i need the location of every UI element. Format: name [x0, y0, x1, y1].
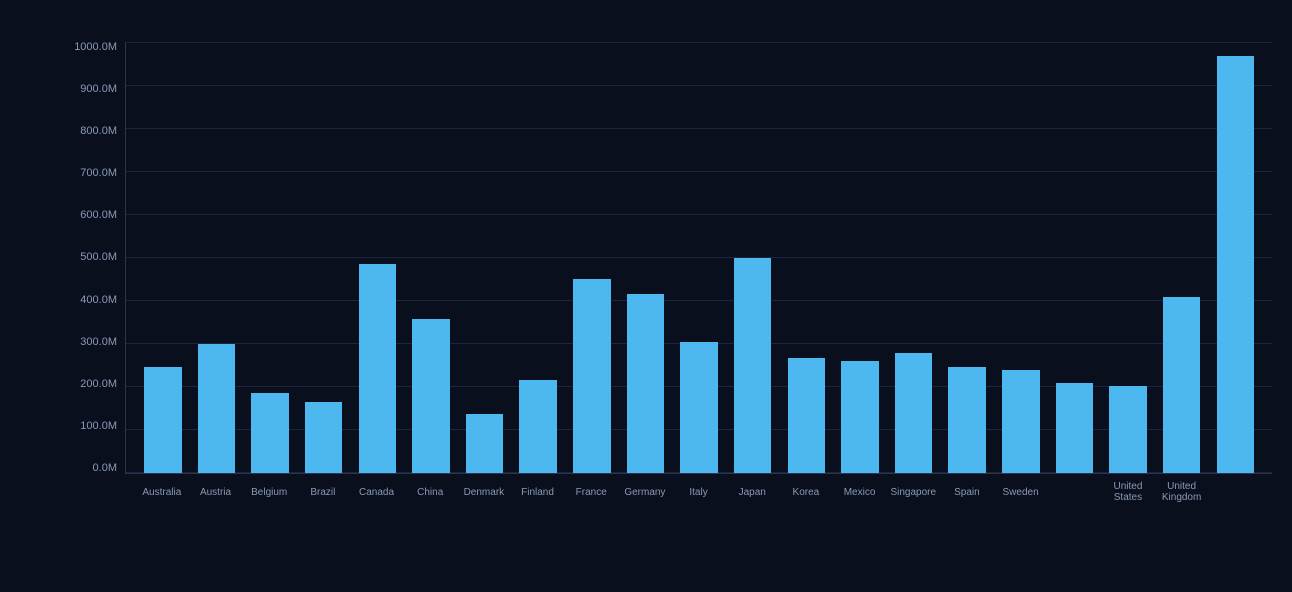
- bar-group: [1048, 42, 1102, 473]
- chart-area: 0.0M 100.0M 200.0M 300.0M 400.0M 500.0M 600.0M…: [70, 42, 1272, 504]
- bar: [359, 264, 397, 473]
- bar-group: [780, 42, 834, 473]
- bar-group: [297, 42, 351, 473]
- bar-group: [190, 42, 244, 473]
- bar: [680, 342, 718, 473]
- bar-group: [1155, 42, 1209, 473]
- y-axis-label: 400.0M: [70, 295, 125, 306]
- x-axis-label: [1047, 474, 1101, 504]
- x-axis-label: Belgium: [242, 474, 296, 504]
- bar: [948, 367, 986, 473]
- bar-group: [458, 42, 512, 473]
- x-axis-label: [1208, 474, 1262, 504]
- y-axis-label: 300.0M: [70, 337, 125, 348]
- bar-group: [887, 42, 941, 473]
- bar: [519, 380, 557, 473]
- x-axis-label: Brazil: [296, 474, 350, 504]
- bar-group: [404, 42, 458, 473]
- x-axis-label: United States: [1101, 474, 1155, 504]
- x-axis-label: Sweden: [994, 474, 1048, 504]
- chart-container: 0.0M 100.0M 200.0M 300.0M 400.0M 500.0M 600.0M…: [0, 0, 1292, 592]
- bar: [1109, 386, 1147, 473]
- bar-group: [511, 42, 565, 473]
- bar: [1217, 56, 1255, 473]
- x-axis-label: China: [403, 474, 457, 504]
- bar-group: [619, 42, 673, 473]
- bar: [198, 344, 236, 473]
- bar-group: [672, 42, 726, 473]
- x-axis-label: Singapore: [886, 474, 940, 504]
- bar: [841, 361, 879, 473]
- plot-area: [125, 42, 1272, 474]
- x-axis-label: Mexico: [833, 474, 887, 504]
- x-axis-label: Italy: [672, 474, 726, 504]
- x-axis-label: United Kingdom: [1155, 474, 1209, 504]
- bar-group: [243, 42, 297, 473]
- x-axis-label: Japan: [725, 474, 779, 504]
- bar-group: [1209, 42, 1263, 473]
- bar-group: [565, 42, 619, 473]
- bar-group: [726, 42, 780, 473]
- x-axis-label: Austria: [189, 474, 243, 504]
- bar-group: [940, 42, 994, 473]
- y-axis-label: 0.0M: [70, 463, 125, 474]
- bar: [305, 402, 343, 473]
- y-axis-label: 900.0M: [70, 84, 125, 95]
- bar: [1002, 370, 1040, 473]
- bar: [573, 279, 611, 473]
- bar: [734, 258, 772, 473]
- x-axis-label: Denmark: [457, 474, 511, 504]
- bar: [412, 319, 450, 473]
- bar-group: [1101, 42, 1155, 473]
- bar: [627, 294, 665, 473]
- y-axis-label: 500.0M: [70, 252, 125, 263]
- bar: [466, 414, 504, 473]
- x-axis-label: Germany: [618, 474, 672, 504]
- x-axis-label: France: [564, 474, 618, 504]
- bar: [1163, 297, 1201, 473]
- bar: [144, 367, 182, 473]
- bar: [1056, 383, 1094, 474]
- y-axis-label: 200.0M: [70, 379, 125, 390]
- x-axis-label: Australia: [135, 474, 189, 504]
- x-labels: AustraliaAustriaBelgiumBrazilCanadaChina…: [125, 474, 1272, 504]
- y-axis-label: 600.0M: [70, 210, 125, 221]
- y-axis-label: 1000.0M: [70, 42, 125, 53]
- bars-wrapper: [126, 42, 1272, 473]
- x-axis-label: Canada: [350, 474, 404, 504]
- y-axis-label: 800.0M: [70, 126, 125, 137]
- bar: [251, 393, 289, 473]
- bar-group: [351, 42, 405, 473]
- y-axis-label: 100.0M: [70, 421, 125, 432]
- bar: [895, 353, 933, 473]
- bar: [788, 358, 826, 474]
- bar-group: [994, 42, 1048, 473]
- x-axis-label: Spain: [940, 474, 994, 504]
- x-axis-label: Finland: [511, 474, 565, 504]
- bar-group: [833, 42, 887, 473]
- y-axis: 0.0M 100.0M 200.0M 300.0M 400.0M 500.0M 600.0M…: [70, 42, 125, 474]
- bar-group: [136, 42, 190, 473]
- y-axis-label: 700.0M: [70, 168, 125, 179]
- x-axis-label: Korea: [779, 474, 833, 504]
